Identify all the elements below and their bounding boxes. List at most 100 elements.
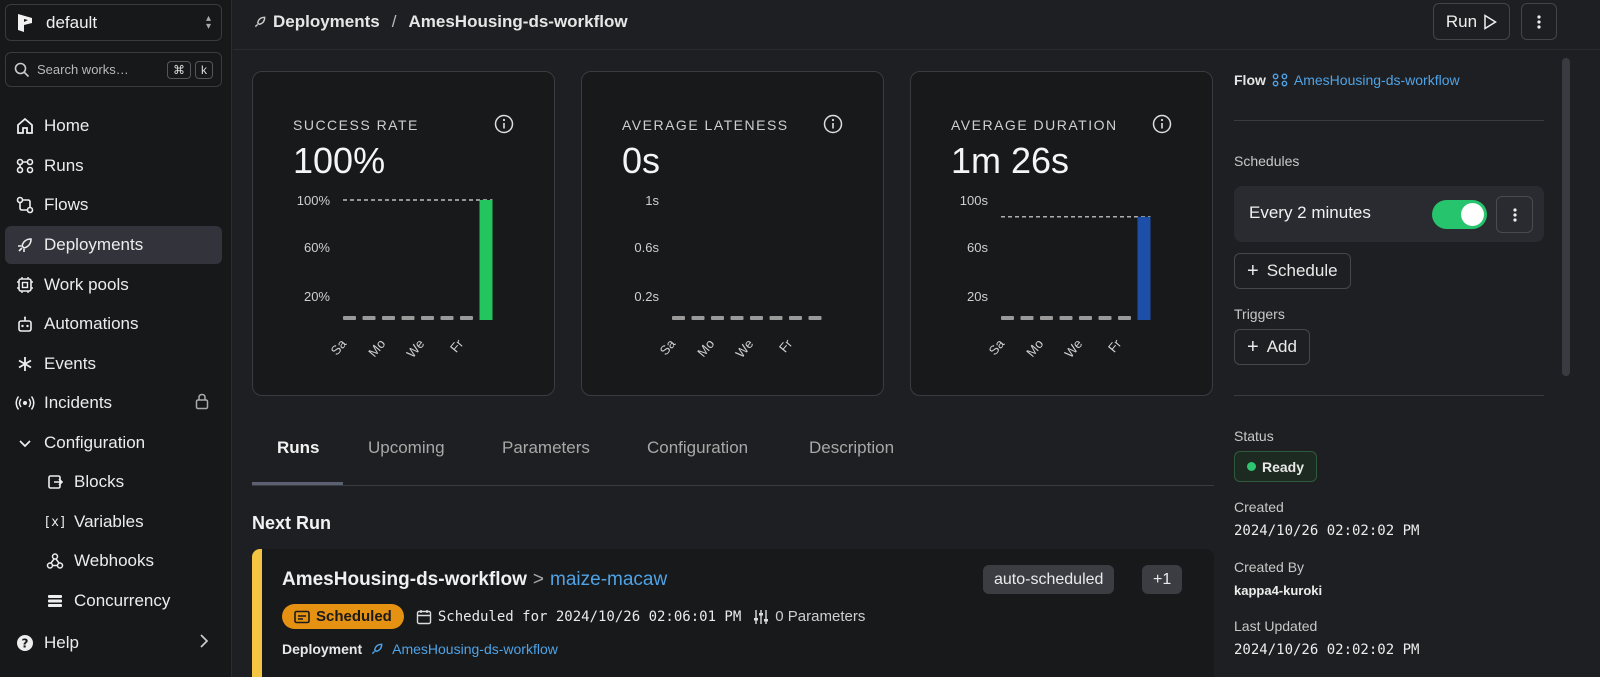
chart-bar-empty <box>691 316 705 320</box>
tab-upcoming[interactable]: Upcoming <box>368 438 445 458</box>
scrollbar[interactable] <box>1562 58 1570 376</box>
sidebar-item-automations[interactable]: Automations <box>5 305 222 343</box>
run-name-link[interactable]: maize-macaw <box>550 569 667 591</box>
kebab-icon <box>1537 14 1541 29</box>
home-icon <box>15 116 35 136</box>
y-tick-label: 0.6s <box>634 240 659 255</box>
page-title: AmesHousing-ds-workflow <box>408 12 628 31</box>
deployment-link[interactable]: AmesHousing-ds-workflow <box>392 641 558 657</box>
tab-bar: Runs Upcoming Parameters Configuration D… <box>252 420 1214 486</box>
more-menu-button[interactable] <box>1521 3 1557 40</box>
bot-icon <box>15 314 35 334</box>
sidebar-item-events[interactable]: Events <box>5 345 222 383</box>
tab-configuration[interactable]: Configuration <box>647 438 748 458</box>
variable-icon: [x] <box>43 514 67 530</box>
breadcrumb: Deployments / AmesHousing-ds-workflow <box>253 12 628 32</box>
tag-overflow-badge[interactable]: +1 <box>1142 565 1183 594</box>
x-tick-label: Mo <box>1023 336 1046 357</box>
breadcrumb-deployments-link[interactable]: Deployments <box>273 12 380 32</box>
sidebar-item-blocks[interactable]: Blocks <box>5 463 222 501</box>
average-lateness-chart: 1s 0.6s 0.2s Sa Mo We Fr <box>634 193 822 357</box>
chevron-right-icon: > <box>532 569 545 590</box>
chevron-updown-icon: ▴ ▾ <box>205 12 211 32</box>
info-icon[interactable] <box>1152 114 1172 134</box>
stat-value: 100% <box>293 140 386 181</box>
scheduled-time: Scheduled for 2024/10/26 02:06:01 PM <box>437 608 742 625</box>
shortcut-key-k: k <box>195 60 213 79</box>
sidebar-item-label: Runs <box>44 156 84 175</box>
stat-label: AVERAGE LATENESS <box>622 117 789 133</box>
chevron-right-icon <box>198 633 210 654</box>
schedule-toggle[interactable] <box>1432 200 1487 229</box>
search-placeholder: Search works… <box>37 62 129 77</box>
sidebar-item-label: Blocks <box>74 472 125 491</box>
run-button[interactable]: Run <box>1433 3 1510 40</box>
tab-description[interactable]: Description <box>809 438 894 458</box>
chart-bar-empty <box>808 316 822 320</box>
chart-bar-empty <box>711 316 724 320</box>
chart-bar-empty <box>362 316 376 320</box>
chart-bar-empty <box>440 316 454 320</box>
sidebar-item-flows[interactable]: Flows <box>5 186 222 224</box>
stat-value: 0s <box>622 140 661 181</box>
radio-icon <box>15 393 35 413</box>
average-duration-chart: 100s 60s 20s Sa Mo We Fr <box>960 193 1151 357</box>
sidebar-item-label: Automations <box>44 314 139 333</box>
run-flow-name[interactable]: AmesHousing-ds-workflow <box>282 569 527 591</box>
created-by-label: Created By <box>1234 559 1305 575</box>
search-input[interactable]: Search works… ⌘ k <box>5 52 222 87</box>
info-icon[interactable] <box>823 114 843 134</box>
sidebar-item-deployments[interactable]: Deployments <box>5 226 222 264</box>
status-label: Status <box>1234 428 1274 444</box>
x-tick-label: Sa <box>328 336 350 357</box>
workspace-selector[interactable]: default ▴ ▾ <box>5 4 222 41</box>
schedule-menu-button[interactable] <box>1496 196 1533 233</box>
y-tick-label: 60% <box>304 240 330 255</box>
sidebar-item-work-pools[interactable]: Work pools <box>5 266 222 304</box>
sidebar-item-help[interactable]: ? Help <box>5 624 222 662</box>
sidebar-item-label: Flows <box>44 195 89 214</box>
chart-bar-empty <box>730 316 744 320</box>
state-label: Scheduled <box>316 608 392 625</box>
run-deployment: Deployment AmesHousing-ds-workflow <box>282 641 558 657</box>
stat-label: SUCCESS RATE <box>293 117 419 133</box>
sidebar-item-concurrency[interactable]: Concurrency <box>5 582 222 620</box>
chart-bar-empty <box>1118 316 1131 320</box>
tab-parameters[interactable]: Parameters <box>502 438 590 458</box>
stat-value: 1m 26s <box>951 140 1070 181</box>
calendar-icon <box>294 610 310 623</box>
tab-runs[interactable]: Runs <box>277 438 320 458</box>
chart-bar-empty <box>1040 316 1053 320</box>
asterisk-icon <box>15 354 35 374</box>
tag-badge: auto-scheduled <box>983 565 1115 594</box>
x-tick-label: Fr <box>1105 336 1125 356</box>
sidebar-item-label: Help <box>44 633 79 652</box>
chart-bar-empty <box>750 316 763 320</box>
webhook-icon <box>45 551 65 571</box>
sidebar-item-webhooks[interactable]: Webhooks <box>5 542 222 580</box>
sidebar-item-label: Webhooks <box>74 551 155 570</box>
sidebar-item-runs[interactable]: Runs <box>5 147 222 185</box>
add-schedule-button[interactable]: + Schedule <box>1234 253 1351 289</box>
active-tab-indicator <box>252 482 343 485</box>
sidebar-item-variables[interactable]: [x] Variables <box>5 503 222 541</box>
parameters-count[interactable]: 0 Parameters <box>775 608 865 625</box>
x-tick-label: We <box>732 336 756 357</box>
chart-bar <box>1137 216 1151 320</box>
add-trigger-button[interactable]: + Add <box>1234 329 1310 365</box>
info-icon[interactable] <box>494 114 514 134</box>
divider <box>1234 120 1544 121</box>
flows-icon <box>15 195 35 215</box>
plus-icon: + <box>1247 335 1259 358</box>
rocket-icon <box>15 235 35 255</box>
next-run-card[interactable]: AmesHousing-ds-workflow > maize-macaw au… <box>252 549 1214 677</box>
success-rate-chart: 100% 60% 20% Sa Mo We Fr <box>297 193 493 357</box>
sidebar-item-home[interactable]: Home <box>5 107 222 145</box>
top-bar: Deployments / AmesHousing-ds-workflow Ru… <box>233 0 1600 50</box>
status-value: Ready <box>1262 458 1305 475</box>
chevron-down-icon <box>15 433 35 453</box>
flow-link[interactable]: AmesHousing-ds-workflow <box>1294 72 1460 88</box>
x-tick-label: Mo <box>694 336 717 357</box>
sidebar-item-incidents[interactable]: Incidents <box>5 384 222 422</box>
sidebar-item-configuration[interactable]: Configuration <box>5 424 222 462</box>
